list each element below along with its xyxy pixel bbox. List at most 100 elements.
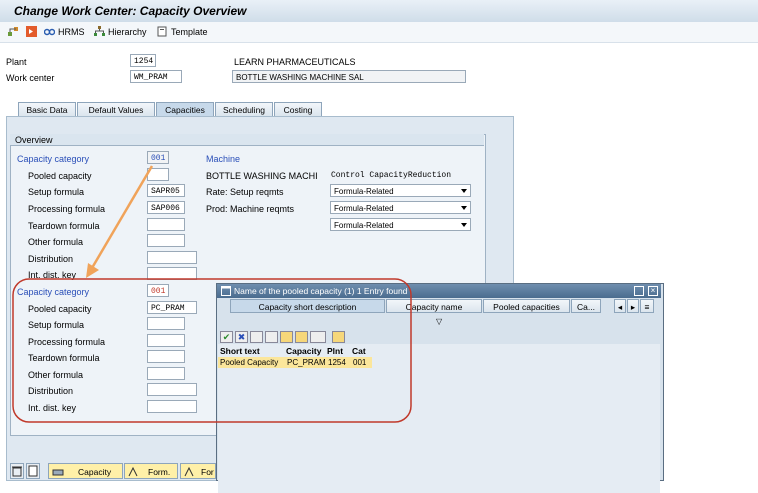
column-header-category[interactable]: Cat — [352, 346, 366, 356]
cancel-icon[interactable]: ✖ — [235, 331, 248, 343]
check-icon[interactable]: ✔ — [220, 331, 233, 343]
new-entry-button[interactable] — [26, 463, 40, 479]
hierarchy-button[interactable]: Hierarchy — [94, 26, 147, 37]
other-formula-label: Other formula — [28, 237, 84, 247]
teardown-formula-2-field[interactable] — [147, 350, 185, 363]
teardown-formula-label: Teardown formula — [28, 221, 100, 231]
distribution-2-field[interactable] — [147, 383, 197, 396]
template-label: Template — [171, 26, 208, 37]
chevron-left-icon: ◂ — [617, 302, 623, 312]
document-icon — [28, 465, 38, 477]
favorites-icon[interactable] — [332, 331, 345, 343]
switch-icon-button[interactable] — [26, 26, 37, 37]
org-icon-button[interactable] — [8, 26, 19, 37]
formula-button-2[interactable]: For — [180, 463, 216, 479]
switch-icon — [26, 26, 37, 37]
teardown-formula-2-label: Teardown formula — [28, 353, 100, 363]
tab-costing[interactable]: Costing — [274, 102, 322, 116]
collapse-arrow-icon[interactable]: ▽ — [436, 317, 442, 326]
delete-button[interactable] — [10, 463, 24, 479]
column-header-short-text[interactable]: Short text — [220, 346, 260, 356]
pooled-capacity-field[interactable] — [147, 168, 169, 181]
org-structure-icon — [8, 27, 18, 36]
formula-2-icon — [184, 466, 194, 477]
pooled-capacity-2-field[interactable]: PC_PRAM — [147, 301, 197, 314]
tab-basic-data[interactable]: Basic Data — [18, 102, 76, 116]
workcenter-field[interactable]: WM_PRAM — [130, 70, 182, 83]
tab-list-button[interactable]: ≡ — [640, 299, 654, 313]
capacity-button[interactable]: Capacity — [48, 463, 123, 479]
control-capacity-reduction: Control CapacityReduction — [331, 171, 452, 180]
hrms-label: HRMS — [58, 26, 85, 37]
tab-default-values[interactable]: Default Values — [77, 102, 155, 116]
setup-formula-2-field[interactable] — [147, 317, 185, 330]
pooled-capacity-2-label: Pooled capacity — [28, 304, 92, 314]
machine-label: Machine — [206, 154, 241, 164]
glasses-icon — [44, 28, 55, 36]
prod-machine-value: Formula-Related — [334, 204, 394, 213]
tab-capacities[interactable]: Capacities — [156, 102, 214, 116]
prod-machine-dropdown[interactable]: Formula-Related — [330, 201, 471, 214]
plant-field[interactable]: 1254 — [130, 54, 156, 67]
teardown-formula-field[interactable] — [147, 218, 185, 231]
filter-icon[interactable] — [295, 331, 308, 343]
processing-formula-field[interactable]: SAP006 — [147, 201, 185, 214]
processing-formula-2-field[interactable] — [147, 334, 185, 347]
popup-tab-more[interactable]: Ca... — [571, 299, 601, 313]
popup-tab-pooled-capacities[interactable]: Pooled capacities — [483, 299, 570, 313]
popup-tab-short-description[interactable]: Capacity short description — [230, 299, 385, 313]
formula-icon — [128, 466, 138, 477]
dropdown-arrow-icon — [461, 206, 467, 210]
sort-icon[interactable] — [280, 331, 293, 343]
print-icon[interactable] — [310, 331, 326, 343]
dropdown-arrow-icon — [461, 223, 467, 227]
processing-formula-2-label: Processing formula — [28, 337, 106, 347]
find-next-icon[interactable] — [265, 331, 278, 343]
close-button[interactable]: × — [648, 286, 658, 296]
int-dist-key-field[interactable] — [147, 267, 197, 280]
capacity-category-2-field[interactable]: 001 — [147, 284, 169, 297]
list-icon: ≡ — [644, 302, 650, 312]
column-header-capacity[interactable]: Capacity — [286, 346, 321, 356]
trash-icon — [12, 466, 22, 477]
page-title: Change Work Center: Capacity Overview — [14, 4, 247, 18]
capacity-category-field[interactable]: 001 — [147, 151, 169, 164]
cell-category[interactable]: 001 — [352, 357, 368, 368]
capacity-category-2-label: Capacity category — [17, 287, 90, 297]
cell-capacity[interactable]: PC_PRAM — [286, 357, 327, 368]
popup-tab-capacity-name[interactable]: Capacity name — [386, 299, 482, 313]
int-dist-key-2-field[interactable] — [147, 400, 197, 413]
cell-plant[interactable]: 1254 — [327, 357, 347, 368]
minimize-button[interactable] — [634, 286, 644, 296]
popup-toolbar: ✔ ✖ — [220, 331, 345, 343]
tab-scroll-right-button[interactable]: ▸ — [627, 299, 639, 313]
machine-description: BOTTLE WASHING MACHI — [206, 171, 318, 181]
popup-title-bar: Name of the pooled capacity (1) 1 Entry … — [217, 284, 661, 298]
teardown-dropdown[interactable]: Formula-Related — [330, 218, 471, 231]
find-icon[interactable] — [250, 331, 263, 343]
distribution-2-label: Distribution — [28, 386, 74, 396]
teardown-dropdown-value: Formula-Related — [334, 221, 394, 230]
template-icon — [157, 26, 167, 37]
setup-formula-label: Setup formula — [28, 187, 85, 197]
distribution-field[interactable] — [147, 251, 197, 264]
application-toolbar: HRMS Hierarchy Template — [0, 22, 758, 43]
close-icon: × — [650, 286, 656, 295]
pooled-capacity-label: Pooled capacity — [28, 171, 92, 181]
template-button[interactable]: Template — [157, 26, 208, 37]
tab-scroll-left-button[interactable]: ◂ — [614, 299, 626, 313]
other-formula-field[interactable] — [147, 234, 185, 247]
dropdown-arrow-icon — [461, 189, 467, 193]
setup-formula-2-label: Setup formula — [28, 320, 85, 330]
title-bar: Change Work Center: Capacity Overview — [0, 0, 758, 23]
cell-short-text[interactable]: Pooled Capacity — [219, 357, 280, 368]
hrms-button[interactable]: HRMS — [44, 26, 85, 37]
rate-setup-dropdown[interactable]: Formula-Related — [330, 184, 471, 197]
column-header-plant[interactable]: Plnt — [327, 346, 343, 356]
other-formula-2-field[interactable] — [147, 367, 185, 380]
prod-machine-label: Prod: Machine reqmts — [206, 204, 295, 214]
formula-button[interactable]: Form. — [124, 463, 178, 479]
processing-formula-label: Processing formula — [28, 204, 106, 214]
setup-formula-field[interactable]: SAPR05 — [147, 184, 185, 197]
tab-scheduling[interactable]: Scheduling — [215, 102, 273, 116]
